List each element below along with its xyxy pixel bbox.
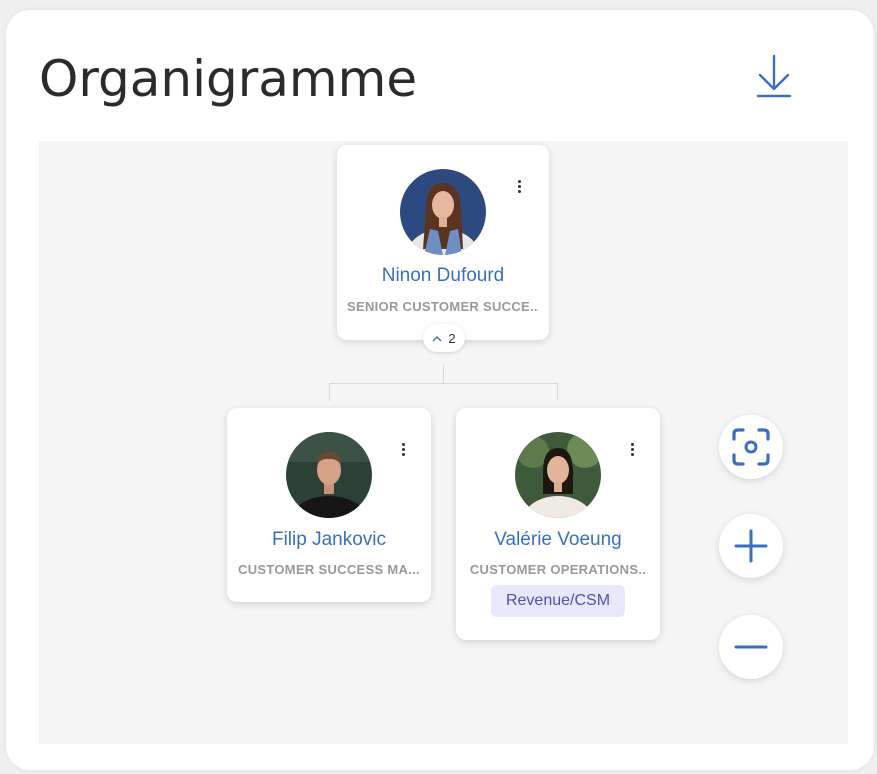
connector-line: [557, 383, 558, 401]
minus-icon: [734, 645, 768, 649]
connector-line: [329, 383, 330, 401]
team-tag[interactable]: Revenue/CSM: [491, 585, 625, 617]
kebab-menu-icon: [624, 443, 640, 456]
org-chart-canvas[interactable]: Ninon Dufourd SENIOR CUSTOMER SUCCE... 2…: [39, 141, 848, 744]
org-node-child[interactable]: Filip Jankovic CUSTOMER SUCCESS MA...: [227, 408, 431, 602]
node-name[interactable]: Filip Jankovic: [227, 529, 431, 551]
node-name[interactable]: Valérie Voeung: [456, 529, 660, 551]
page-title: Organigramme: [39, 50, 418, 108]
connector-line: [329, 383, 558, 384]
plus-icon: [734, 529, 768, 563]
recenter-button[interactable]: [719, 415, 783, 479]
avatar: [286, 432, 372, 518]
node-role: CUSTOMER SUCCESS MA...: [238, 562, 420, 577]
collapse-reports-button[interactable]: 2: [423, 324, 465, 352]
avatar: [400, 169, 486, 255]
chevron-up-icon: [432, 335, 442, 341]
node-role: SENIOR CUSTOMER SUCCE...: [347, 299, 539, 314]
connector-line: [443, 365, 444, 383]
node-menu-button[interactable]: [511, 178, 527, 200]
zoom-in-button[interactable]: [719, 514, 783, 578]
node-menu-button[interactable]: [395, 441, 411, 463]
zoom-out-button[interactable]: [719, 615, 783, 679]
download-button[interactable]: [752, 50, 796, 102]
org-node-root[interactable]: Ninon Dufourd SENIOR CUSTOMER SUCCE...: [337, 145, 549, 340]
reports-count: 2: [448, 330, 456, 346]
node-name[interactable]: Ninon Dufourd: [337, 265, 549, 287]
node-menu-button[interactable]: [624, 441, 640, 463]
kebab-menu-icon: [511, 180, 527, 193]
focus-frame-icon: [732, 428, 770, 466]
org-node-child[interactable]: Valérie Voeung CUSTOMER OPERATIONS.. Rev…: [456, 408, 660, 640]
node-role: CUSTOMER OPERATIONS..: [469, 562, 647, 577]
avatar: [515, 432, 601, 518]
kebab-menu-icon: [395, 443, 411, 456]
download-icon: [756, 54, 792, 98]
